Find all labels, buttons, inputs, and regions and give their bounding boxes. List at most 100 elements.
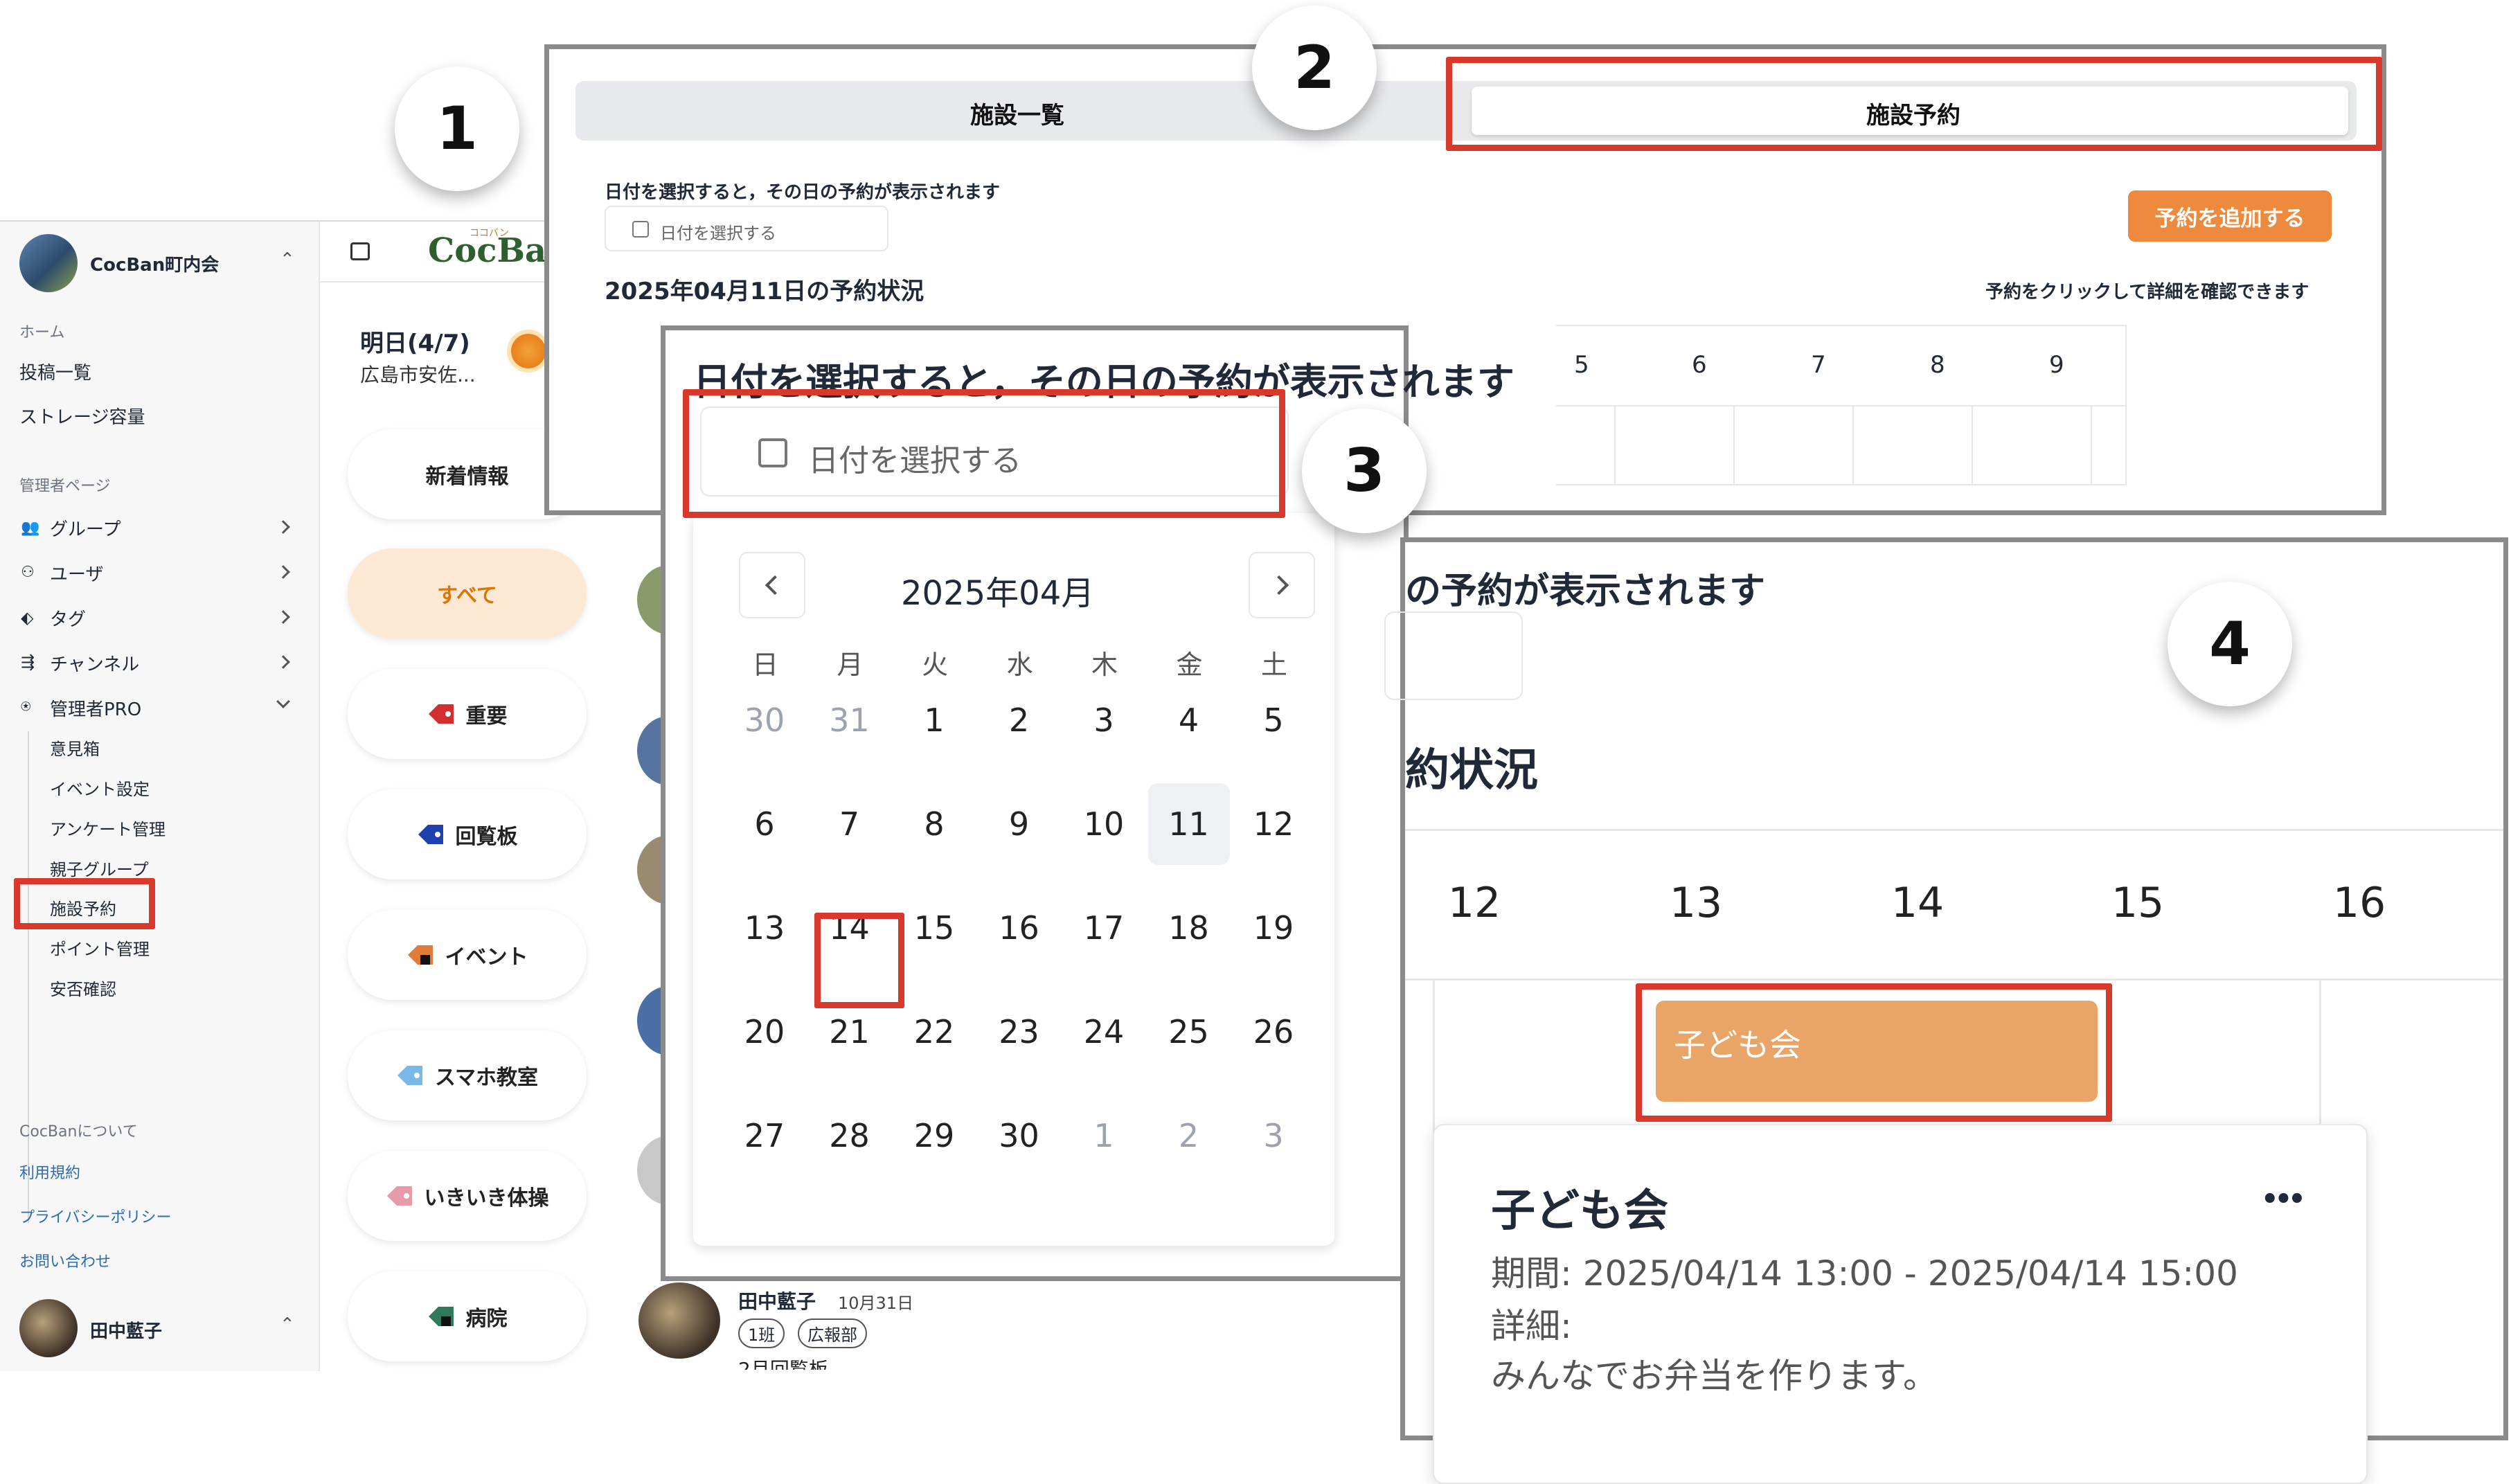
nav-group[interactable]: グループ [50,515,120,541]
calendar-day[interactable]: 17 [1063,887,1145,969]
callout-4: 4 [2168,582,2292,706]
prev-month-button[interactable] [739,552,805,618]
calendar-day[interactable]: 9 [979,783,1060,865]
calendar-day[interactable]: 8 [893,783,975,865]
filter-circular[interactable]: 回覧板 [348,789,587,879]
chevron-right-icon[interactable] [276,565,290,579]
nav-points[interactable]: ポイント管理 [50,936,150,960]
post-avatar[interactable] [638,1282,720,1359]
calendar-day[interactable]: 23 [979,991,1060,1073]
calendar-day[interactable]: 6 [724,783,805,865]
weather-place: 広島市安佐... [360,364,476,386]
calendar-day[interactable]: 30 [979,1095,1060,1177]
user-menu-icon[interactable]: ⌃ [280,1314,295,1335]
calendar-day[interactable]: 18 [1148,887,1230,969]
calendar-day[interactable]: 16 [979,887,1060,969]
nav-posts[interactable]: 投稿一覧 [19,359,91,384]
channel-icon: ⇶ [21,652,35,672]
nav-opinion-box[interactable]: 意見箱 [50,735,100,760]
terms-link[interactable]: 利用規約 [19,1161,80,1183]
calendar-day[interactable]: 7 [809,783,891,865]
nav-safety[interactable]: 安否確認 [50,976,116,1000]
calendar-day[interactable]: 30 [724,679,805,761]
day-7: 7 [1811,351,1826,379]
nav-admin-pro[interactable]: 管理者PRO [50,695,141,721]
calendar-day[interactable]: 15 [893,887,975,969]
next-month-button[interactable] [1249,552,1315,618]
calendar-day[interactable]: 19 [1233,887,1314,969]
filter-important[interactable]: 重要 [348,669,587,759]
chevron-right-icon[interactable] [276,655,290,669]
calendar-day[interactable]: 1 [1063,1095,1145,1177]
filter-event[interactable]: イベント [348,910,587,1000]
day-5: 5 [1574,351,1589,379]
org-avatar[interactable] [19,234,78,292]
calendar-day[interactable]: 4 [1148,679,1230,761]
chevron-left-icon [765,575,785,596]
calendar-day[interactable]: 27 [724,1095,805,1177]
tag-icon: ⬖ [21,608,34,627]
filter-exercise[interactable]: いきいき体操 [348,1151,587,1241]
add-reservation-button[interactable]: 予約を追加する [2128,190,2332,242]
tab-facility-list[interactable]: 施設一覧 [970,96,1064,130]
nav-event-settings[interactable]: イベント設定 [50,776,150,800]
calendar-day[interactable]: 13 [724,887,805,969]
calendar-day[interactable]: 12 [1233,783,1314,865]
chevron-right-icon[interactable] [276,520,290,534]
detail-period: 期間: 2025/04/14 13:00 - 2025/04/14 15:00 [1491,1253,2238,1294]
contact-link[interactable]: お問い合わせ [19,1249,111,1271]
tag-icon [386,1185,413,1207]
calendar-day[interactable]: 10 [1063,783,1145,865]
post-tag[interactable]: 1班 [738,1318,785,1348]
nav-family-group[interactable]: 親子グループ [50,856,149,880]
chevron-down-icon[interactable] [276,695,290,708]
calendar-day[interactable]: 22 [893,991,975,1073]
day-14: 14 [1891,879,1945,927]
sun-icon [511,334,546,368]
hint-fragment: の予約が表示されます [1405,571,1766,612]
sidebar-toggle-icon[interactable] [350,242,370,260]
calendar-day[interactable]: 2 [1148,1095,1230,1177]
calendar-day[interactable]: 20 [724,991,805,1073]
calendar-day[interactable]: 25 [1148,991,1230,1073]
calendar-day[interactable]: 2 [979,679,1060,761]
post-tag[interactable]: 広報部 [798,1318,867,1348]
calendar-day[interactable]: 28 [809,1095,891,1177]
calendar-day[interactable]: 3 [1233,1095,1314,1177]
grid-line [1405,829,2503,831]
post-author[interactable]: 田中藍子 [738,1287,816,1314]
user-avatar[interactable] [19,1299,78,1357]
nav-tag[interactable]: タグ [50,605,86,631]
day-8: 8 [1930,351,1945,379]
callout-1: 1 [395,66,519,191]
nav-user[interactable]: ユーザ [50,560,103,586]
filter-hospital[interactable]: 病院 [348,1271,587,1361]
highlight-selected-date [814,913,904,1008]
status-fragment: 約状況 [1405,745,1538,796]
detail-label: 詳細: [1491,1306,1572,1346]
user-name[interactable]: 田中藍子 [90,1317,162,1343]
calendar-day[interactable]: 5 [1233,679,1314,761]
calendar-day[interactable]: 29 [893,1095,975,1177]
filter-all[interactable]: すべて [348,548,587,638]
nav-channel[interactable]: チャンネル [50,650,139,676]
grid-line [1852,405,1854,485]
nav-survey[interactable]: アンケート管理 [50,816,166,840]
privacy-link[interactable]: プライバシーポリシー [19,1205,172,1227]
weekday-label: 水 [1006,650,1033,680]
org-switch-icon[interactable]: ⌃ [280,249,295,270]
more-options-icon[interactable]: ••• [2261,1183,2306,1215]
calendar-day[interactable]: 31 [809,679,891,761]
event-detail-card: 子ども会 ••• 期間: 2025/04/14 13:00 - 2025/04/… [1433,1124,2368,1484]
calendar-day[interactable]: 24 [1063,991,1145,1073]
chevron-right-icon[interactable] [276,610,290,624]
calendar-day[interactable]: 11 [1147,783,1230,865]
filter-smartphone-class[interactable]: スマホ教室 [348,1030,587,1120]
calendar-day[interactable]: 26 [1233,991,1314,1073]
date-picker-small[interactable]: 日付を選択する [605,206,888,251]
weather-title: 明日(4/7) [360,330,470,357]
calendar-day[interactable]: 1 [893,679,975,761]
calendar-day[interactable]: 3 [1063,679,1145,761]
org-name[interactable]: CocBan町内会 [90,251,219,276]
nav-storage[interactable]: ストレージ容量 [19,403,145,429]
